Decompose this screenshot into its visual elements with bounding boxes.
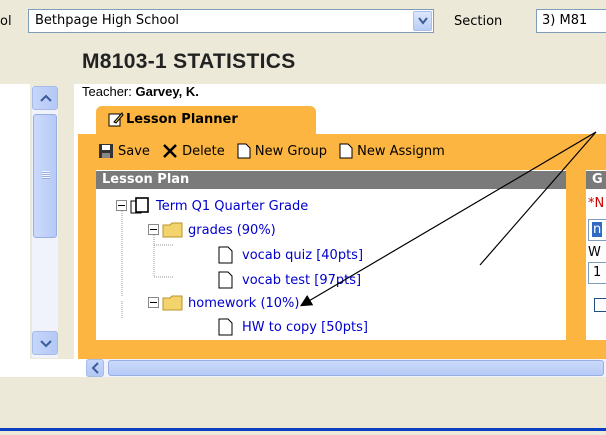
annotation-arrow [299, 131, 597, 307]
